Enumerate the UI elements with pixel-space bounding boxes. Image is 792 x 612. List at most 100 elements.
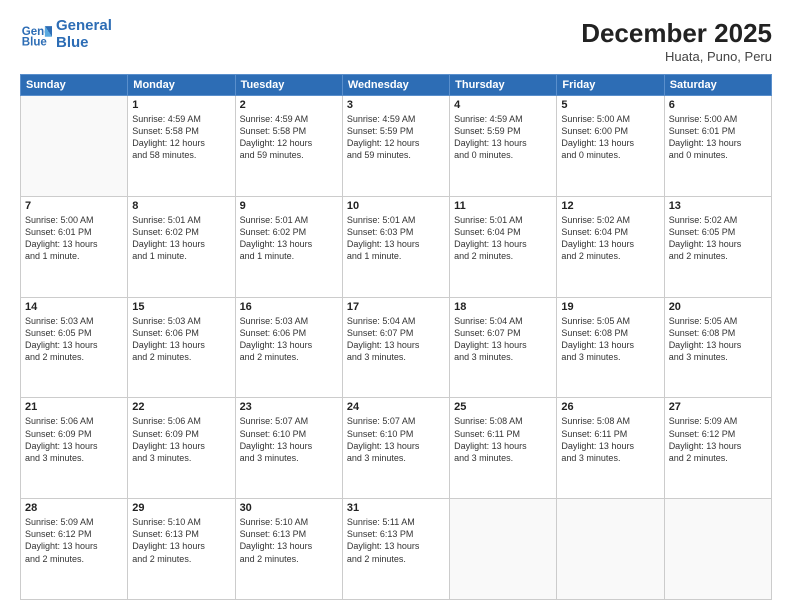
calendar-cell: 10 Sunrise: 5:01 AMSunset: 6:03 PMDayligh… [342, 196, 449, 297]
day-number: 26 [561, 401, 659, 413]
day-number: 4 [454, 99, 552, 111]
calendar-cell: 17Sunrise: 5:04 AMSunset: 6:07 PMDayligh… [342, 297, 449, 398]
day-info: Sunrise: 5:06 AMSunset: 6:09 PMDaylight:… [132, 415, 230, 464]
title-block: December 2025 Huata, Puno, Peru [581, 18, 772, 64]
week-row-1: 1 Sunrise: 4:59 AMSunset: 5:58 PMDaylight… [21, 96, 772, 197]
day-info: Sunrise: 5:07 AMSunset: 6:10 PMDaylight:… [347, 415, 445, 464]
week-row-2: 7 Sunrise: 5:00 AMSunset: 6:01 PMDaylight… [21, 196, 772, 297]
calendar-cell: 28 Sunrise: 5:09 AMSunset: 6:12 PMDayligh… [21, 499, 128, 600]
week-row-5: 28 Sunrise: 5:09 AMSunset: 6:12 PMDayligh… [21, 499, 772, 600]
calendar-cell: 3 Sunrise: 4:59 AMSunset: 5:59 PMDaylight… [342, 96, 449, 197]
calendar-cell: 7 Sunrise: 5:00 AMSunset: 6:01 PMDaylight… [21, 196, 128, 297]
day-info: Sunrise: 5:11 AMSunset: 6:13 PMDaylight:… [347, 516, 445, 565]
day-number: 16 [240, 301, 338, 313]
day-info: Sunrise: 5:03 AMSunset: 6:06 PMDaylight:… [240, 315, 338, 364]
day-info: Sunrise: 5:05 AMSunset: 6:08 PMDaylight:… [561, 315, 659, 364]
calendar-cell: 9 Sunrise: 5:01 AMSunset: 6:02 PMDaylight… [235, 196, 342, 297]
day-info: Sunrise: 5:04 AMSunset: 6:07 PMDaylight:… [454, 315, 552, 364]
calendar-cell: 29Sunrise: 5:10 AMSunset: 6:13 PMDayligh… [128, 499, 235, 600]
calendar-cell: 23 Sunrise: 5:07 AMSunset: 6:10 PMDayligh… [235, 398, 342, 499]
logo-text-line1: General [56, 18, 112, 35]
calendar-cell: 6 Sunrise: 5:00 AMSunset: 6:01 PMDaylight… [664, 96, 771, 197]
day-info: Sunrise: 5:07 AMSunset: 6:10 PMDaylight:… [240, 415, 338, 464]
day-number: 19 [561, 301, 659, 313]
calendar-cell: 1 Sunrise: 4:59 AMSunset: 5:58 PMDaylight… [128, 96, 235, 197]
day-info: Sunrise: 4:59 AMSunset: 5:58 PMDaylight:… [240, 113, 338, 162]
day-info: Sunrise: 5:03 AMSunset: 6:06 PMDaylight:… [132, 315, 230, 364]
calendar-cell: 20Sunrise: 5:05 AMSunset: 6:08 PMDayligh… [664, 297, 771, 398]
calendar-cell: 30 Sunrise: 5:10 AMSunset: 6:13 PMDayligh… [235, 499, 342, 600]
day-number: 12 [561, 200, 659, 212]
calendar-cell: 15 Sunrise: 5:03 AMSunset: 6:06 PMDayligh… [128, 297, 235, 398]
header: General Blue General Blue December 2025 … [20, 18, 772, 64]
day-number: 28 [25, 502, 123, 514]
logo-text-line2: Blue [56, 35, 112, 52]
day-number: 21 [25, 401, 123, 413]
calendar-cell: 12 Sunrise: 5:02 AMSunset: 6:04 PMDayligh… [557, 196, 664, 297]
day-number: 2 [240, 99, 338, 111]
day-number: 24 [347, 401, 445, 413]
calendar-cell: 27Sunrise: 5:09 AMSunset: 6:12 PMDayligh… [664, 398, 771, 499]
day-info: Sunrise: 5:09 AMSunset: 6:12 PMDaylight:… [25, 516, 123, 565]
calendar-cell [664, 499, 771, 600]
svg-text:Blue: Blue [22, 36, 48, 48]
logo-icon: General Blue [20, 19, 52, 51]
day-number: 5 [561, 99, 659, 111]
day-number: 22 [132, 401, 230, 413]
calendar-table: SundayMondayTuesdayWednesdayThursdayFrid… [20, 74, 772, 600]
day-header-saturday: Saturday [664, 75, 771, 96]
day-number: 6 [669, 99, 767, 111]
week-row-4: 21 Sunrise: 5:06 AMSunset: 6:09 PMDayligh… [21, 398, 772, 499]
day-number: 23 [240, 401, 338, 413]
day-number: 3 [347, 99, 445, 111]
day-info: Sunrise: 5:02 AMSunset: 6:04 PMDaylight:… [561, 214, 659, 263]
logo: General Blue General Blue [20, 18, 112, 51]
calendar-cell: 2 Sunrise: 4:59 AMSunset: 5:58 PMDaylight… [235, 96, 342, 197]
calendar-cell: 25Sunrise: 5:08 AMSunset: 6:11 PMDayligh… [450, 398, 557, 499]
day-info: Sunrise: 5:08 AMSunset: 6:11 PMDaylight:… [561, 415, 659, 464]
day-info: Sunrise: 5:00 AMSunset: 6:01 PMDaylight:… [669, 113, 767, 162]
day-info: Sunrise: 5:06 AMSunset: 6:09 PMDaylight:… [25, 415, 123, 464]
day-info: Sunrise: 5:01 AMSunset: 6:02 PMDaylight:… [240, 214, 338, 263]
day-number: 10 [347, 200, 445, 212]
day-number: 7 [25, 200, 123, 212]
day-number: 30 [240, 502, 338, 514]
week-row-3: 14 Sunrise: 5:03 AMSunset: 6:05 PMDayligh… [21, 297, 772, 398]
day-info: Sunrise: 5:01 AMSunset: 6:03 PMDaylight:… [347, 214, 445, 263]
header-row: SundayMondayTuesdayWednesdayThursdayFrid… [21, 75, 772, 96]
day-header-wednesday: Wednesday [342, 75, 449, 96]
day-info: Sunrise: 5:03 AMSunset: 6:05 PMDaylight:… [25, 315, 123, 364]
day-info: Sunrise: 4:59 AMSunset: 5:58 PMDaylight:… [132, 113, 230, 162]
calendar-cell [21, 96, 128, 197]
calendar-cell: 24 Sunrise: 5:07 AMSunset: 6:10 PMDayligh… [342, 398, 449, 499]
day-number: 11 [454, 200, 552, 212]
day-header-friday: Friday [557, 75, 664, 96]
calendar-cell: 13Sunrise: 5:02 AMSunset: 6:05 PMDayligh… [664, 196, 771, 297]
day-number: 9 [240, 200, 338, 212]
day-number: 25 [454, 401, 552, 413]
day-info: Sunrise: 4:59 AMSunset: 5:59 PMDaylight:… [454, 113, 552, 162]
day-info: Sunrise: 5:00 AMSunset: 6:00 PMDaylight:… [561, 113, 659, 162]
calendar-cell: 5 Sunrise: 5:00 AMSunset: 6:00 PMDaylight… [557, 96, 664, 197]
day-info: Sunrise: 5:01 AMSunset: 6:04 PMDaylight:… [454, 214, 552, 263]
calendar-cell: 18Sunrise: 5:04 AMSunset: 6:07 PMDayligh… [450, 297, 557, 398]
day-number: 17 [347, 301, 445, 313]
day-info: Sunrise: 4:59 AMSunset: 5:59 PMDaylight:… [347, 113, 445, 162]
calendar-cell [557, 499, 664, 600]
day-info: Sunrise: 5:09 AMSunset: 6:12 PMDaylight:… [669, 415, 767, 464]
calendar-cell: 26 Sunrise: 5:08 AMSunset: 6:11 PMDayligh… [557, 398, 664, 499]
day-number: 15 [132, 301, 230, 313]
location: Huata, Puno, Peru [581, 49, 772, 64]
day-info: Sunrise: 5:10 AMSunset: 6:13 PMDaylight:… [132, 516, 230, 565]
calendar-cell [450, 499, 557, 600]
calendar-cell: 19 Sunrise: 5:05 AMSunset: 6:08 PMDayligh… [557, 297, 664, 398]
calendar-cell: 8Sunrise: 5:01 AMSunset: 6:02 PMDaylight… [128, 196, 235, 297]
day-number: 14 [25, 301, 123, 313]
day-number: 1 [132, 99, 230, 111]
calendar-cell: 21 Sunrise: 5:06 AMSunset: 6:09 PMDayligh… [21, 398, 128, 499]
calendar-cell: 14 Sunrise: 5:03 AMSunset: 6:05 PMDayligh… [21, 297, 128, 398]
day-info: Sunrise: 5:00 AMSunset: 6:01 PMDaylight:… [25, 214, 123, 263]
day-number: 20 [669, 301, 767, 313]
day-info: Sunrise: 5:10 AMSunset: 6:13 PMDaylight:… [240, 516, 338, 565]
month-year: December 2025 [581, 18, 772, 49]
